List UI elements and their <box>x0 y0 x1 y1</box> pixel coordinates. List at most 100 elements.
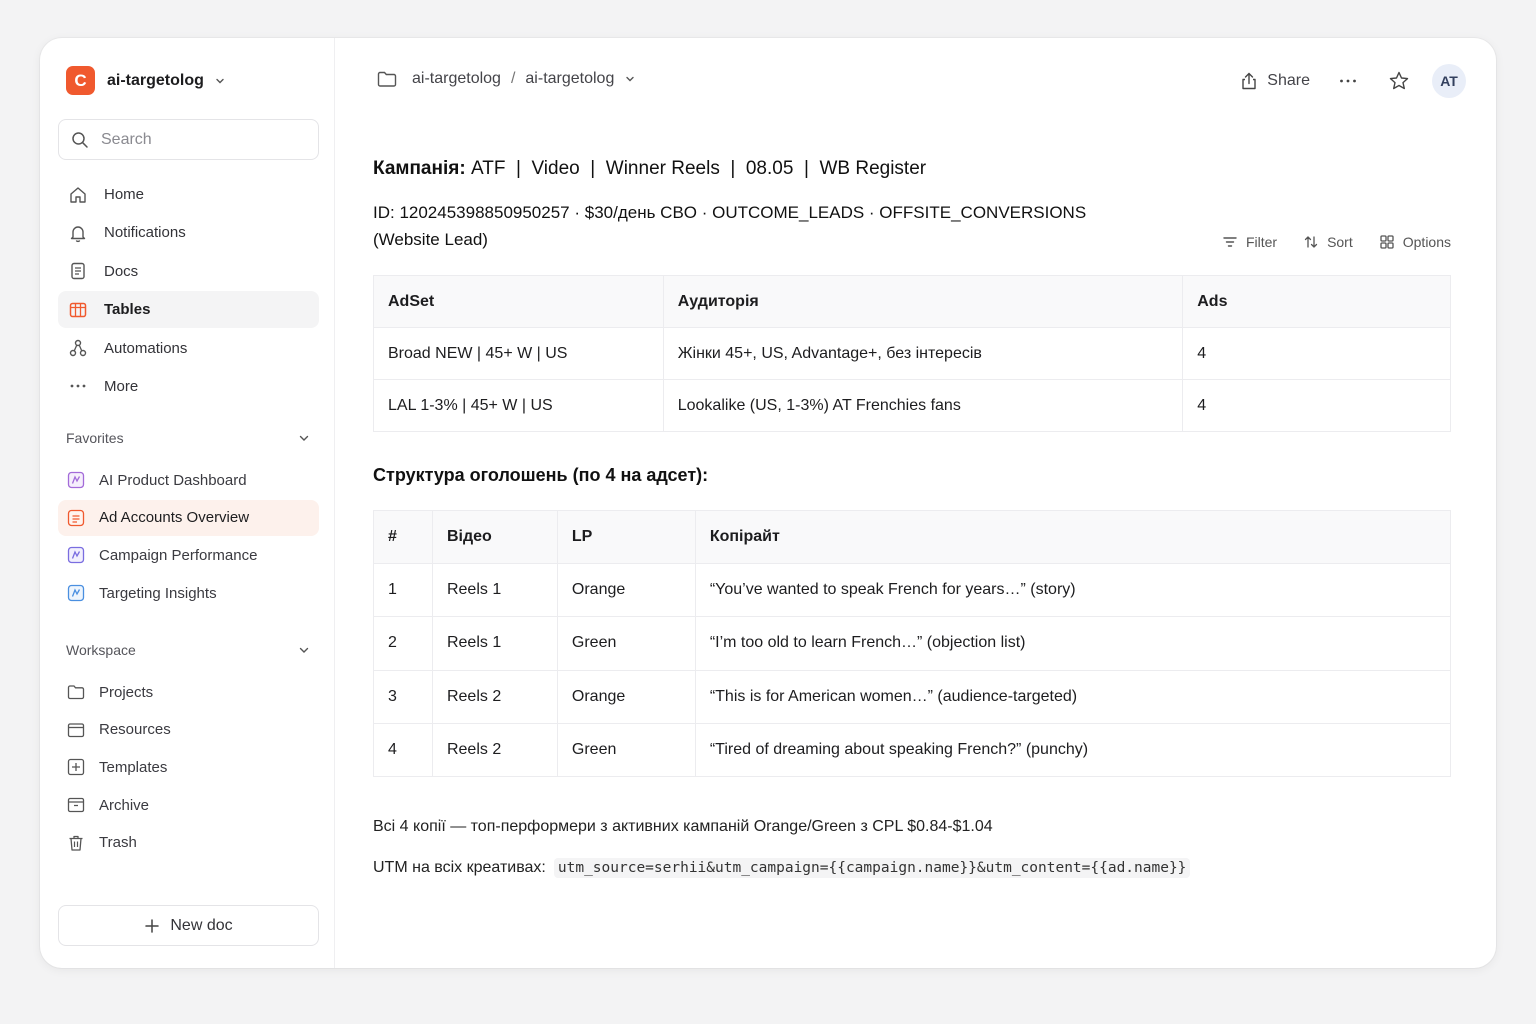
table-cell[interactable]: 1 <box>373 563 433 618</box>
main-nav: Home Notifications Docs Tables Automatio… <box>58 176 319 406</box>
table-cell[interactable]: Broad NEW | 45+ W | US <box>373 327 664 380</box>
column-header[interactable]: Копірайт <box>694 509 1452 565</box>
table-cell[interactable]: Green <box>556 616 696 671</box>
workspace-item-projects[interactable]: Projects <box>58 674 319 710</box>
trash-icon <box>69 835 83 851</box>
nav-item-label: Docs <box>104 262 139 280</box>
nav-item-automations[interactable]: Automations <box>58 330 319 367</box>
workspace-logo: C <box>66 66 95 95</box>
filter-button[interactable]: Filter <box>1222 234 1277 250</box>
workspace-item-label: Templates <box>99 758 168 776</box>
table-cell[interactable]: “This is for American women…” (audience-… <box>694 669 1452 724</box>
more-icon <box>70 385 86 388</box>
breadcrumb: ai-targetolog / ai-targetolog <box>376 68 636 90</box>
favorite-label: Ad Accounts Overview <box>99 509 250 527</box>
nav-item-more[interactable]: More <box>58 368 319 405</box>
column-header[interactable]: # <box>373 509 433 565</box>
nav-item-notifications[interactable]: Notifications <box>58 214 319 251</box>
table-cell[interactable]: Reels 1 <box>431 563 558 618</box>
favorite-label: Campaign Performance <box>99 546 258 564</box>
table-cell[interactable]: “I’m too old to learn French…” (objectio… <box>694 616 1452 671</box>
bell-icon <box>70 226 86 243</box>
favorite-item-targeting-insights[interactable]: Targeting Insights <box>58 575 319 611</box>
nav-item-label: Automations <box>104 339 188 357</box>
favorite-item-campaign-performance[interactable]: Campaign Performance <box>58 537 319 573</box>
column-header[interactable]: Відео <box>431 509 558 565</box>
nav-item-home[interactable]: Home <box>58 176 319 213</box>
workspace-item-archive[interactable]: Archive <box>58 787 319 823</box>
favorite-label: AI Product Dashboard <box>99 471 247 489</box>
breadcrumb-separator: / <box>510 70 516 87</box>
workspace-item-templates[interactable]: Templates <box>58 749 319 785</box>
chevron-down-icon <box>299 435 309 441</box>
table-cell[interactable]: 4 <box>1182 327 1451 380</box>
new-doc-button[interactable]: New doc <box>58 905 319 946</box>
table-cell[interactable]: “You’ve wanted to speak French for years… <box>694 563 1452 618</box>
folder-icon <box>377 71 397 87</box>
workspace-switcher[interactable]: C ai-targetolog <box>66 66 226 95</box>
doc-icon <box>71 263 85 280</box>
more-options-button[interactable] <box>1338 71 1358 91</box>
table-header-row: # Відео LP Копірайт <box>373 509 1452 565</box>
share-button[interactable]: Share <box>1239 71 1310 91</box>
search-input[interactable]: Search <box>58 119 319 160</box>
column-header[interactable]: AdSet <box>373 275 664 328</box>
table-cell[interactable]: Green <box>556 722 696 777</box>
workspace-name: ai-targetolog <box>107 71 204 89</box>
nav-item-docs[interactable]: Docs <box>58 253 319 290</box>
table-cell[interactable]: LAL 1-3% | 45+ W | US <box>373 379 664 432</box>
table-cell[interactable]: Orange <box>556 669 696 724</box>
campaign-id-line: ID: 120245398850950257 · $30/день CBO · … <box>373 203 1087 249</box>
workspace-item-label: Archive <box>99 796 150 814</box>
chevron-down-icon <box>216 78 224 83</box>
favorite-star-button[interactable] <box>1388 70 1410 92</box>
column-header[interactable]: Аудиторія <box>662 275 1184 328</box>
chevron-down-icon[interactable] <box>624 73 636 85</box>
sort-label: Sort <box>1327 234 1353 250</box>
favorites-header[interactable]: Favorites <box>66 430 311 446</box>
campaign-title: Кампанія: ATF | Video | Winner Reels | 0… <box>373 158 926 180</box>
automations-icon <box>69 339 87 357</box>
templates-icon <box>67 759 85 776</box>
search-icon <box>72 131 88 148</box>
structure-heading: Структура оголошень (по 4 на адсет): <box>373 465 709 485</box>
nav-item-tables[interactable]: Tables <box>58 291 319 329</box>
workspace-section-header[interactable]: Workspace <box>66 642 311 658</box>
grid-icon <box>1380 235 1394 249</box>
options-button[interactable]: Options <box>1379 234 1451 250</box>
nav-item-label: Notifications <box>104 224 186 242</box>
table-cell[interactable]: Жінки 45+, US, Advantage+, без інтересів <box>662 327 1184 380</box>
user-avatar[interactable]: AT <box>1432 64 1466 98</box>
sort-icon <box>1304 236 1318 248</box>
workspace-item-label: Projects <box>99 683 154 701</box>
favorite-item-ad-accounts-overview[interactable]: Ad Accounts Overview <box>58 499 319 536</box>
table-cell[interactable]: Lookalike (US, 1-3%) AT Frenchies fans <box>662 379 1184 432</box>
dashboard-doc-icon <box>67 471 85 489</box>
table-cell[interactable]: 4 <box>1182 379 1451 432</box>
options-label: Options <box>1402 234 1451 250</box>
table-cell[interactable]: 2 <box>373 616 433 671</box>
archive-icon <box>67 797 85 813</box>
table-cell[interactable]: 3 <box>373 669 433 724</box>
table-cell[interactable]: 4 <box>373 722 433 777</box>
table-cell[interactable]: Reels 2 <box>431 669 558 724</box>
folder-icon <box>67 685 85 700</box>
breadcrumb-item-current[interactable]: ai-targetolog <box>525 70 614 88</box>
column-header[interactable]: LP <box>556 509 696 565</box>
workspace-item-label: Trash <box>99 834 137 852</box>
workspace-item-resources[interactable]: Resources <box>58 712 319 748</box>
table-toolbar: Filter Sort Options <box>1222 234 1451 250</box>
table-cell[interactable]: Reels 2 <box>431 722 558 777</box>
column-header[interactable]: Ads <box>1182 275 1451 328</box>
breadcrumb-item[interactable]: ai-targetolog <box>412 70 501 88</box>
sort-button[interactable]: Sort <box>1303 234 1353 250</box>
workspace-item-trash[interactable]: Trash <box>58 825 319 861</box>
favorite-item-ai-product-dashboard[interactable]: AI Product Dashboard <box>58 462 319 498</box>
app-window: C ai-targetolog Search Home Notification… <box>40 38 1496 968</box>
table-cell[interactable]: Orange <box>556 563 696 618</box>
table-cell[interactable]: “Tired of dreaming about speaking French… <box>694 722 1452 777</box>
table-row: 4 Reels 2 Green “Tired of dreaming about… <box>373 722 1452 777</box>
table-row: LAL 1-3% | 45+ W | US Lookalike (US, 1-3… <box>373 379 1451 432</box>
table-cell[interactable]: Reels 1 <box>431 616 558 671</box>
filter-label: Filter <box>1245 234 1278 250</box>
